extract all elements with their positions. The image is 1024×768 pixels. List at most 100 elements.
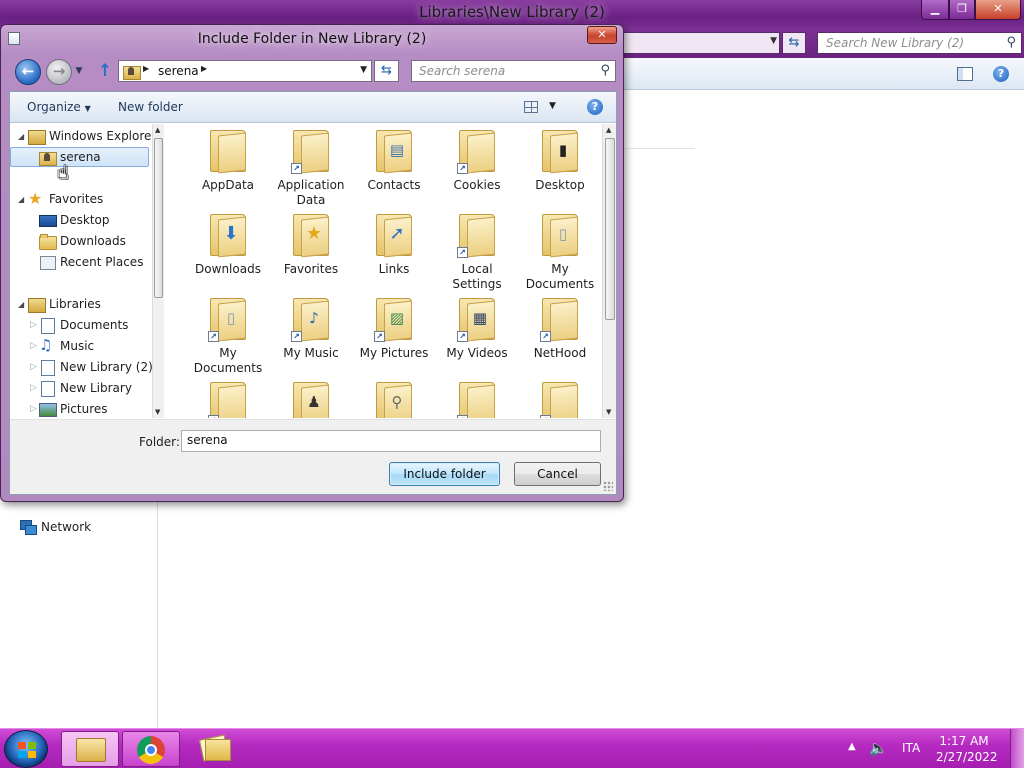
language-indicator[interactable]: ITA [902,741,920,755]
folder-item-contacts[interactable]: ▤ Contacts [352,124,436,193]
refresh-icon[interactable]: ⇆ [374,60,399,82]
folder-item[interactable]: ⚲ [352,376,436,418]
clock-time: 1:17 AM [939,734,989,748]
scroll-up-icon[interactable]: ▲ [606,126,611,134]
tree-item-favorites[interactable]: Favorites [28,189,103,209]
tree-item-label: Music [60,339,95,353]
folder-item-my-documents[interactable]: ▯ My Documents [518,208,602,292]
chevron-down-icon[interactable]: ▼ [549,101,556,111]
include-folder-dialog: Include Folder in New Library (2) ✕ ← → … [0,24,624,502]
volume-icon[interactable]: 🔈 [869,739,888,757]
collapsed-chevron-icon[interactable]: ▷ [30,362,37,372]
scrollbar-thumb[interactable] [605,138,615,320]
folder-field[interactable]: serena [181,430,601,452]
folder-item[interactable]: ↗ [186,376,270,418]
start-button[interactable] [4,730,48,768]
items-scrollbar[interactable]: ▲ ▼ [602,124,616,418]
resize-grip-icon[interactable] [603,481,613,491]
chevron-down-icon[interactable]: ▼ [770,36,777,46]
folder-item-cookies[interactable]: ↗ Cookies [435,124,519,193]
back-button[interactable]: ← [15,59,41,85]
cancel-button[interactable]: Cancel [514,462,601,486]
scrollbar-thumb[interactable] [154,138,163,298]
folder-item-nethood[interactable]: ↗ NetHood [518,292,602,361]
folder-item-desktop[interactable]: ▮ Desktop [518,124,602,193]
minimize-button[interactable]: ▁ [921,0,949,20]
nav-item-network[interactable]: Network [20,520,92,535]
change-view-icon[interactable] [524,101,538,113]
tree-item-documents[interactable]: Documents [39,315,128,335]
breadcrumb-chevron-icon[interactable]: ▶ [201,64,207,73]
help-icon[interactable]: ? [587,99,603,115]
folder-item[interactable]: ↗ [435,376,519,418]
address-field[interactable]: ▼ [600,32,780,54]
folder-item-appdata[interactable]: AppData [186,124,270,193]
folder-item-links[interactable]: ➚ Links [352,208,436,277]
new-folder-button[interactable]: New folder [118,100,183,114]
search-icon[interactable]: ⚲ [600,63,610,78]
folder-shortcut-icon: ↗ [540,296,580,342]
up-arrow-icon[interactable]: ↑ [96,62,114,80]
tree-item-music[interactable]: Music [39,336,94,356]
forward-button[interactable]: → [46,59,72,85]
search-input[interactable]: Search serena ⚲ [411,60,616,82]
close-button[interactable]: ✕ [975,0,1021,20]
folder-item-downloads[interactable]: ⬇ Downloads [186,208,270,277]
folder-item-application-data[interactable]: ↗ Application Data [269,124,353,208]
taskbar-windows-explorer[interactable] [61,731,119,767]
tree-item-new-library[interactable]: New Library [39,378,132,398]
tree-item-windows-explorer[interactable]: Windows Explorer [28,126,156,146]
breadcrumb-chevron-icon[interactable]: ▶ [143,64,149,73]
expanded-chevron-icon[interactable]: ◢ [18,132,24,141]
scroll-down-icon[interactable]: ▼ [155,408,160,416]
folder-shortcut-icon: ↗ [291,128,331,174]
tree-item-recent-places[interactable]: Recent Places [39,252,143,272]
search-input[interactable]: Search New Library (2) ⚲ [817,32,1022,54]
dialog-titlebar[interactable]: Include Folder in New Library (2) ✕ [1,25,623,53]
tree-item-desktop[interactable]: Desktop [39,210,110,230]
nav-item-label: Network [41,520,92,534]
tree-item-serena[interactable]: serena [10,147,149,167]
show-hidden-icons-icon[interactable]: ▲ [848,741,856,752]
tree-item-libraries[interactable]: Libraries [28,294,101,314]
search-icon[interactable]: ⚲ [1006,35,1016,50]
show-desktop-button[interactable] [1010,729,1024,768]
pictures-icon [39,402,57,417]
restore-button[interactable]: ❐ [949,0,975,20]
collapsed-chevron-icon[interactable]: ▷ [30,404,37,414]
expanded-chevron-icon[interactable]: ◢ [18,300,24,309]
help-icon[interactable]: ? [993,66,1009,82]
collapsed-chevron-icon[interactable]: ▷ [30,383,37,393]
folder-item-local-settings[interactable]: ↗ Local Settings [435,208,519,292]
folder-item[interactable]: ↗ [518,376,602,418]
folder-item-my-pictures[interactable]: ▨ ↗ My Pictures [352,292,436,361]
clock[interactable]: 1:17 AM 2/27/2022 [936,733,998,765]
organize-button[interactable]: Organize ▼ [27,100,91,114]
recent-locations-chevron-icon[interactable]: ▼ [73,66,85,78]
taskbar-chrome[interactable] [122,731,180,767]
address-bar[interactable]: ▶ serena ▶ ▼ [118,60,372,82]
tree-item-new-library-2[interactable]: New Library (2) [39,357,153,377]
tree-item-downloads[interactable]: Downloads [39,231,126,251]
refresh-icon[interactable]: ⇆ [782,32,806,54]
collapsed-chevron-icon[interactable]: ▷ [30,320,37,330]
collapsed-chevron-icon[interactable]: ▷ [30,341,37,351]
preview-pane-icon[interactable] [957,67,973,81]
tree-scrollbar[interactable]: ▲ ▼ [152,124,164,418]
folder-item-label: My Documents [193,346,263,375]
scroll-up-icon[interactable]: ▲ [155,126,160,134]
close-button[interactable]: ✕ [587,26,617,44]
breadcrumb-item[interactable]: serena [158,64,199,78]
scroll-down-icon[interactable]: ▼ [606,408,611,416]
folder-item-my-documents-shortcut[interactable]: ▯ ↗ My Documents [186,292,270,376]
desktop-icon [39,213,57,227]
folder-item-my-videos[interactable]: ▦ ↗ My Videos [435,292,519,361]
folder-item-my-music[interactable]: ♪ ↗ My Music [269,292,353,361]
chevron-down-icon[interactable]: ▼ [360,65,367,75]
folder-item-favorites[interactable]: ★ Favorites [269,208,353,277]
tree-item-pictures[interactable]: Pictures [39,399,108,418]
file-folder-icon[interactable] [199,737,231,761]
expanded-chevron-icon[interactable]: ◢ [18,195,24,204]
include-folder-button[interactable]: Include folder [389,462,500,486]
folder-item[interactable]: ♟ [269,376,353,418]
